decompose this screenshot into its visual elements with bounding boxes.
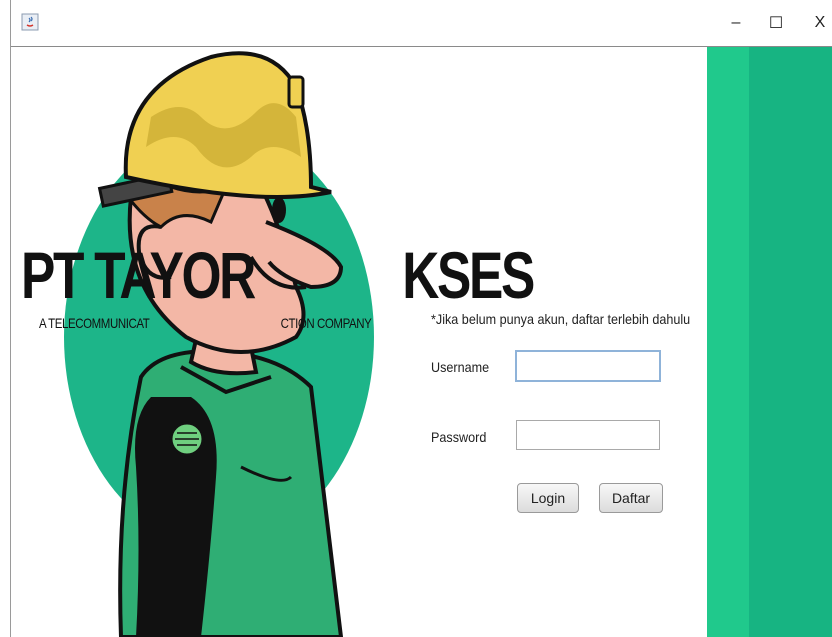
java-app-icon — [21, 13, 39, 31]
login-button[interactable]: Login — [517, 483, 579, 513]
minimize-icon: – — [731, 14, 741, 31]
password-label: Password — [431, 429, 487, 445]
username-label: Username — [431, 359, 490, 375]
company-tagline: A TELECOMMUNICAT CTION COMPANY — [39, 315, 372, 331]
app-window: – ☐ X PT TAYOR KSES A TELECOMMUNICAT CTI… — [10, 0, 832, 637]
side-panel-stripe — [749, 47, 832, 637]
password-input[interactable] — [516, 420, 660, 450]
company-name: PT TAYOR KSES — [21, 238, 535, 312]
decorative-side-panel — [707, 47, 832, 637]
register-button[interactable]: Daftar — [599, 483, 663, 513]
maximize-icon: ☐ — [768, 15, 784, 32]
maximize-button[interactable]: ☐ — [765, 12, 787, 34]
login-panel: PT TAYOR KSES A TELECOMMUNICAT CTION COMPA… — [11, 47, 832, 637]
minimize-button[interactable]: – — [725, 12, 747, 34]
close-button[interactable]: X — [809, 12, 831, 34]
username-input[interactable] — [515, 350, 661, 382]
register-notice: *Jika belum punya akun, daftar terlebih … — [431, 311, 691, 327]
title-bar: – ☐ X — [11, 0, 832, 47]
close-icon: X — [814, 14, 826, 31]
worker-illustration — [64, 51, 374, 637]
